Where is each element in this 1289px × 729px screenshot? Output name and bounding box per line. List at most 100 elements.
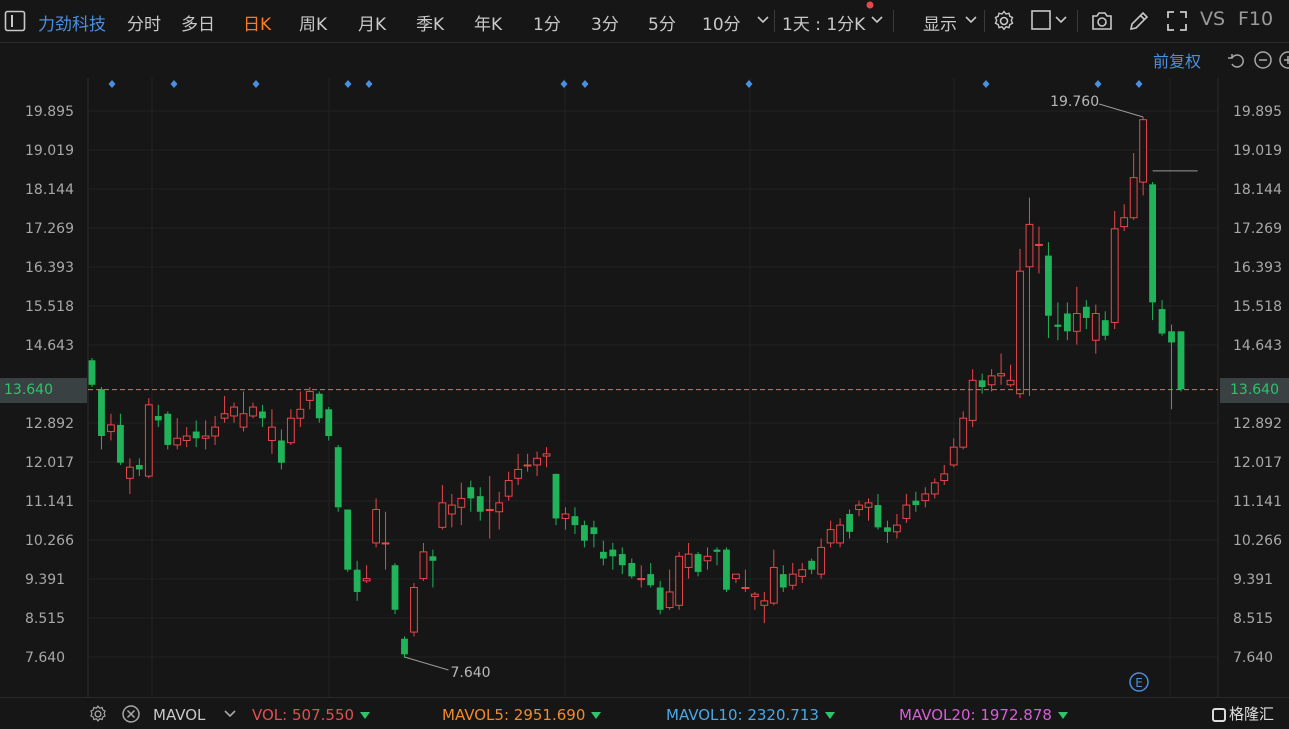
event-marker-diamond [170, 80, 178, 88]
period-tab-weekly[interactable]: 周K [299, 10, 327, 35]
candle-body-down [1045, 255, 1052, 316]
price-adjust-button[interactable]: 前复权 [1153, 48, 1201, 72]
candle-body-down [334, 447, 342, 508]
candle-body-up [940, 473, 949, 482]
event-marker-diamond [560, 80, 568, 88]
price-tick-right: 19.895 [1233, 104, 1282, 120]
candle-body-down [599, 551, 607, 559]
interval-selector[interactable]: 1天 : 1分K [782, 10, 865, 35]
period-tab-3min[interactable]: 3分 [591, 10, 619, 35]
candle-body-down [154, 415, 162, 421]
candle-body-up [268, 426, 276, 441]
candle-body-up [930, 482, 939, 495]
indicator-name[interactable]: MAVOL [153, 706, 205, 724]
current-price-tag-left: 13.640 [0, 378, 87, 403]
candle-body-up [665, 591, 674, 609]
period-tab-quarterly[interactable]: 季K [416, 10, 444, 35]
toolbar: 力劲科技 分时 多日 日K 周K 月K 季K 年K 1分 3分 5分 10分 1… [0, 0, 1289, 43]
candle-body-down [609, 549, 617, 557]
brand-watermark: 格隆汇 [1212, 703, 1274, 724]
price-tick-right: 15.518 [1233, 299, 1282, 315]
candle-body-down [581, 525, 588, 541]
candle-body-up [637, 578, 646, 581]
camera-icon[interactable] [1090, 9, 1114, 33]
mavol5-label: MAVOL5: [442, 706, 510, 724]
gear-icon[interactable] [88, 704, 108, 724]
candle-body-up [817, 546, 826, 575]
price-tick-left: 7.640 [25, 650, 65, 666]
candle-body-down [1082, 306, 1090, 318]
vol-label: VOL: [252, 706, 288, 724]
toolbar-divider [1077, 10, 1078, 32]
pencil-draw-icon[interactable] [1127, 9, 1151, 33]
stock-name[interactable]: 力劲科技 [38, 10, 106, 35]
candle-body-up [1035, 243, 1043, 246]
period-tab-duori[interactable]: 多日 [181, 10, 215, 35]
chevron-down-icon[interactable] [224, 709, 236, 719]
mavol10-value: 2320.713 [747, 706, 819, 724]
panel-toggle-icon[interactable] [4, 10, 26, 32]
candle-body-down [277, 440, 285, 463]
candle-body-up [362, 578, 371, 582]
candle-body-up [675, 555, 684, 606]
vs-button[interactable]: VS [1200, 8, 1225, 30]
candle-body-up [1120, 217, 1129, 228]
candle-body-down [98, 389, 105, 437]
color-square-icon[interactable] [1030, 9, 1052, 31]
chevron-down-icon[interactable] [871, 15, 883, 25]
settings-gear-icon[interactable] [992, 9, 1016, 33]
price-tick-left: 19.019 [25, 143, 74, 159]
period-tab-1min[interactable]: 1分 [533, 10, 561, 35]
candle-body-up [949, 446, 958, 466]
candle-body-down [713, 549, 721, 552]
event-marker-diamond [581, 80, 589, 88]
zoom-in-icon[interactable] [1278, 50, 1289, 74]
chevron-down-icon[interactable] [1055, 15, 1067, 25]
candles [88, 117, 1185, 658]
period-tab-5min[interactable]: 5分 [648, 10, 676, 35]
candle-body-down [628, 562, 636, 577]
candle-body-up [769, 566, 778, 604]
period-tab-monthly[interactable]: 月K [358, 10, 386, 35]
candle-body-up [495, 502, 504, 513]
period-tab-daily[interactable]: 日K [243, 10, 271, 35]
mavol10-reading: MAVOL10: 2320.713 [666, 706, 835, 724]
close-icon[interactable] [121, 704, 141, 724]
current-price-tag-right: 13.640 [1220, 378, 1289, 403]
chevron-down-icon[interactable] [965, 15, 977, 25]
mavol20-value: 1972.878 [980, 706, 1052, 724]
period-tab-yearly[interactable]: 年K [474, 10, 502, 35]
candle-body-up [921, 493, 930, 502]
candle-body-up [514, 468, 523, 479]
candle-body-down [164, 413, 172, 445]
period-tab-10min[interactable]: 10分 [702, 10, 741, 35]
down-arrow-icon [1057, 712, 1068, 719]
low-annotation-leader [404, 656, 449, 671]
event-marker-diamond [1135, 80, 1143, 88]
f10-button[interactable]: F10 [1238, 8, 1273, 30]
candle-body-down [467, 487, 475, 499]
display-menu[interactable]: 显示 [923, 10, 957, 35]
fullscreen-icon[interactable] [1165, 9, 1189, 33]
zoom-out-icon[interactable] [1253, 50, 1273, 74]
candle-body-up [703, 555, 712, 562]
period-tab-fenshi[interactable]: 分时 [127, 10, 161, 35]
price-tick-right: 17.269 [1233, 221, 1282, 237]
candle-body-up [750, 593, 759, 597]
candle-body-up [1091, 312, 1100, 341]
candle-body-up [997, 373, 1005, 377]
event-marker-diamond [252, 80, 260, 88]
undo-icon[interactable] [1226, 50, 1246, 74]
vol-value: 507.550 [292, 706, 355, 724]
candle-body-up [798, 569, 807, 577]
candle-body-down [476, 496, 484, 512]
candle-body-up [684, 553, 693, 568]
candle-body-up [542, 453, 551, 457]
mavol20-label: MAVOL20: [899, 706, 976, 724]
candlestick-chart[interactable]: 19.895 19.895 19.019 19.019 18.144 18.144 17.2… [0, 78, 1289, 697]
price-tick-right: 10.266 [1233, 533, 1282, 549]
candle-body-up [732, 573, 740, 580]
brand-name: 格隆汇 [1229, 705, 1275, 723]
price-tick-right: 11.141 [1233, 494, 1282, 510]
chevron-down-icon[interactable] [757, 15, 769, 25]
